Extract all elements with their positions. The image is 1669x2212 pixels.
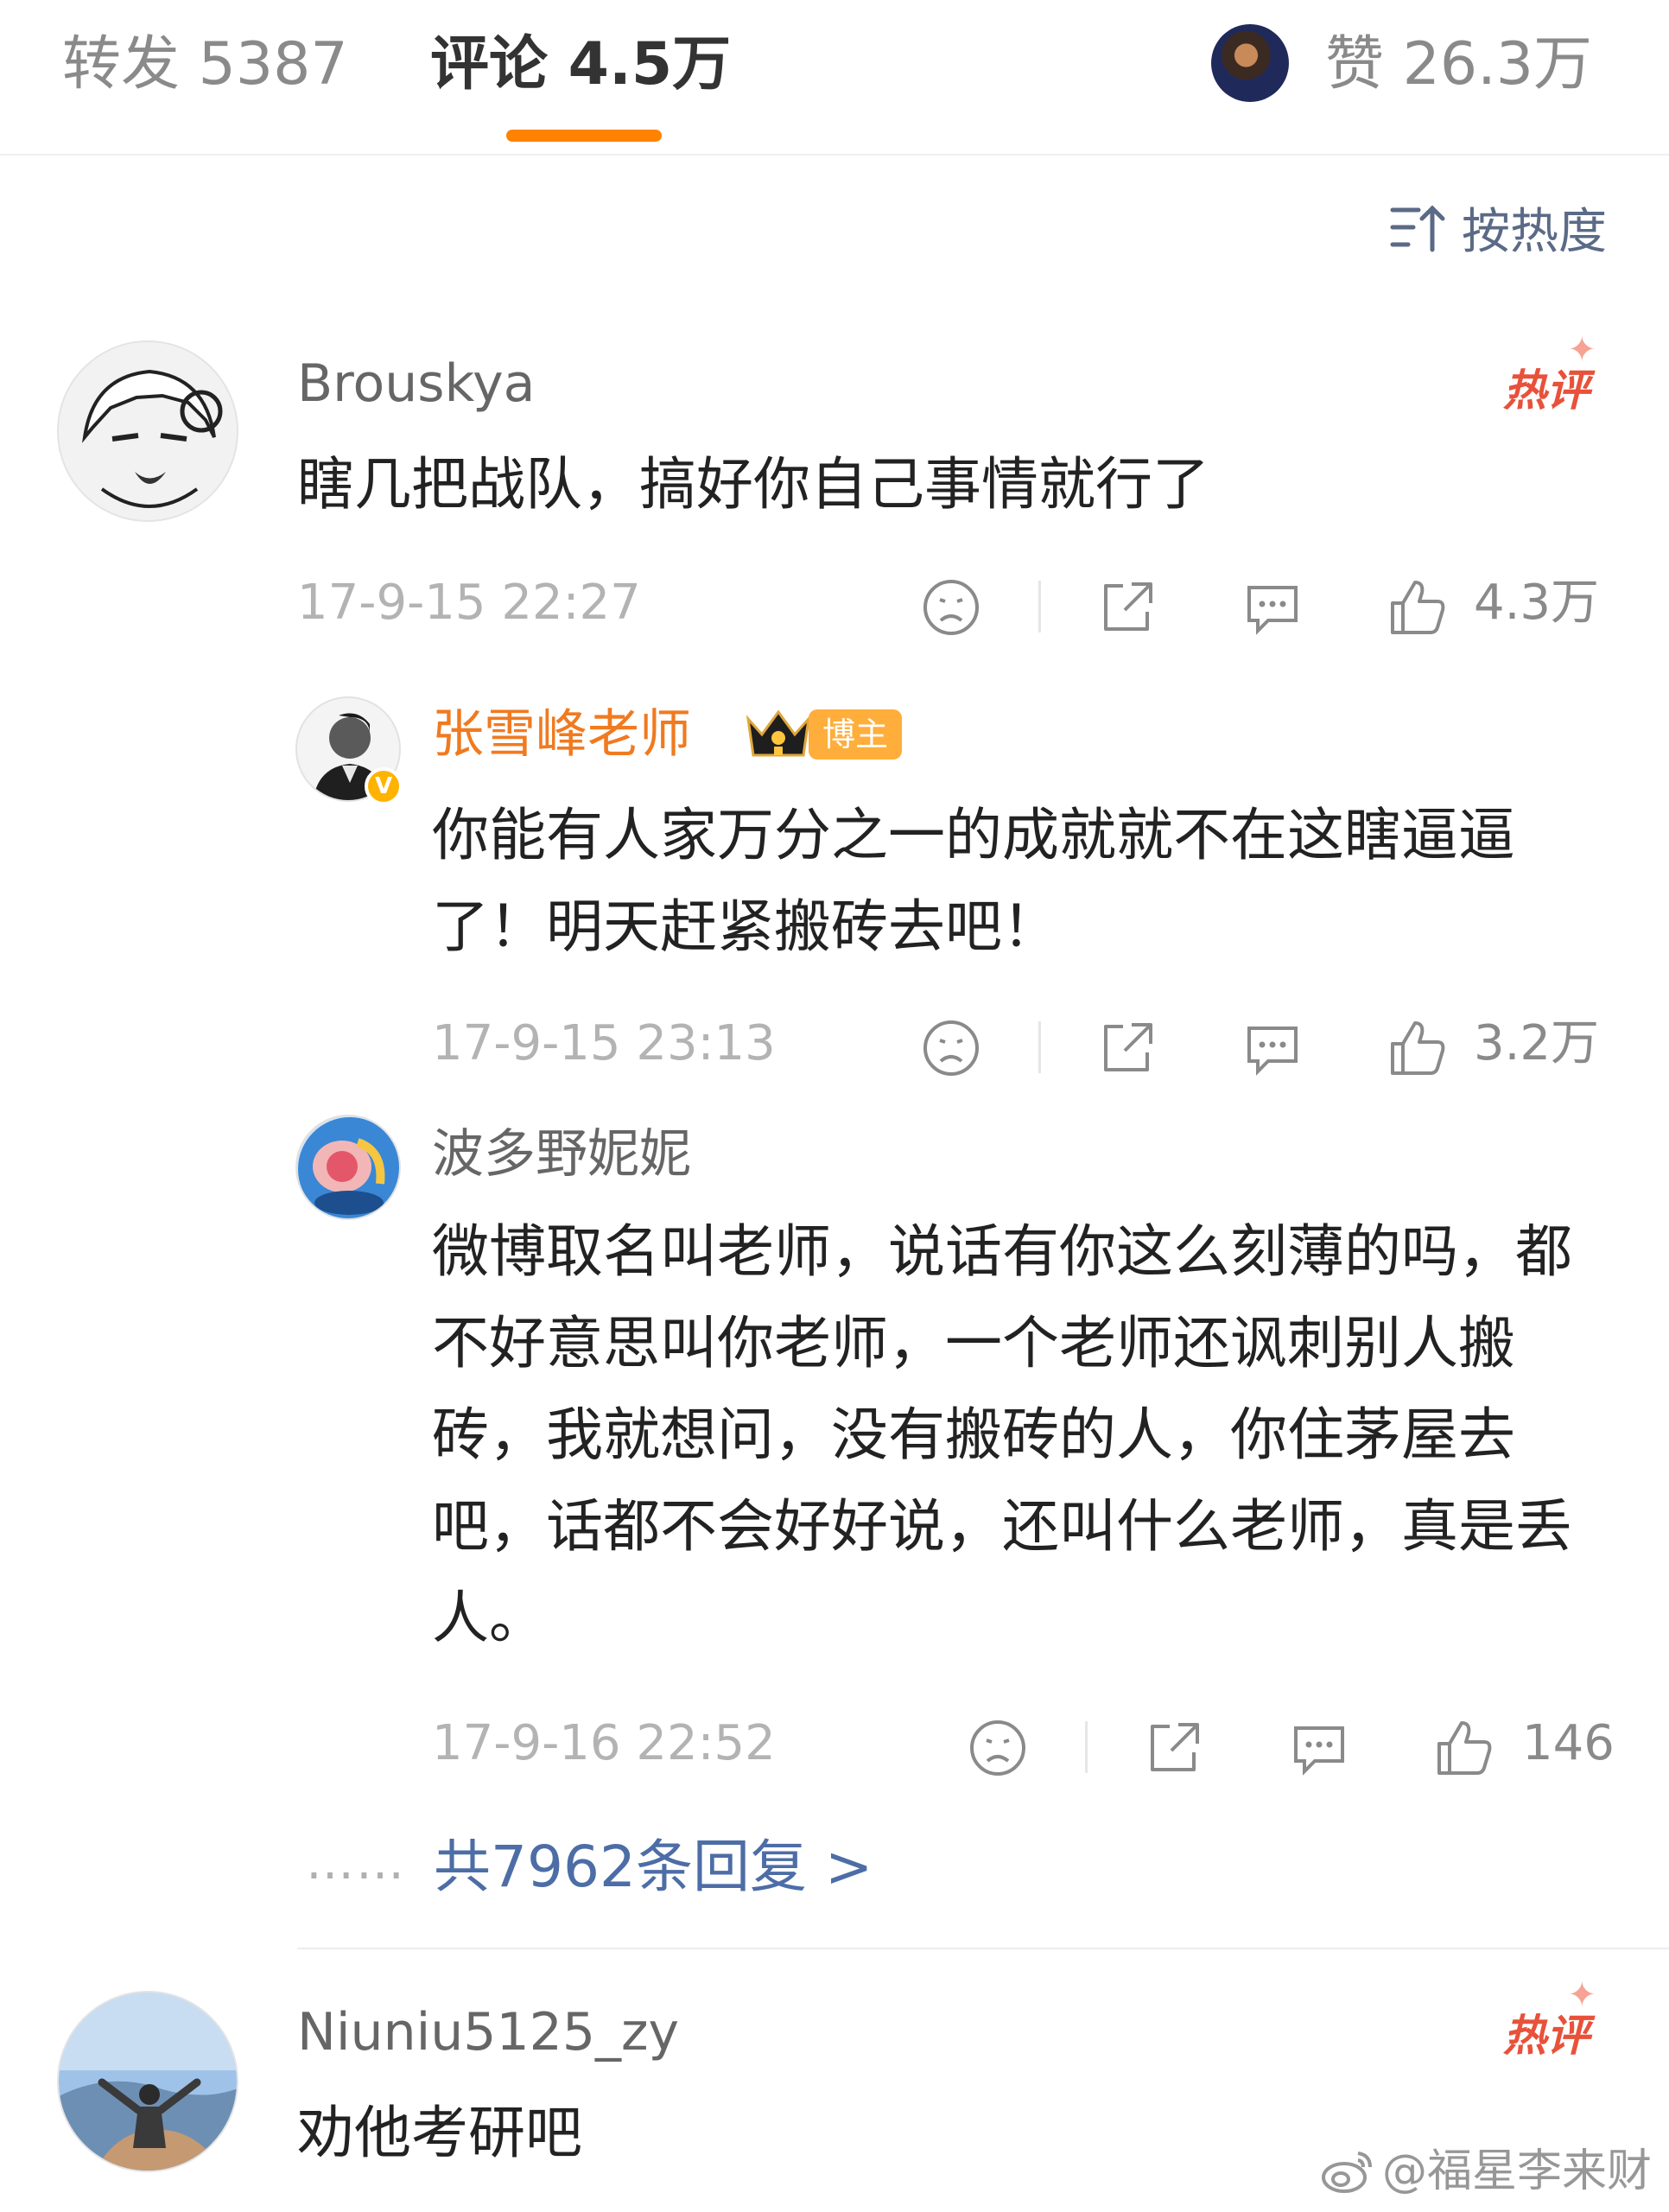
flame-icon: ✦ bbox=[1567, 330, 1596, 370]
reply-timestamp: 17-9-16 22:52 bbox=[432, 1715, 776, 1771]
blogger-label: 博主 bbox=[809, 709, 903, 760]
like-count: 146 bbox=[1522, 1715, 1615, 1771]
comment-username[interactable]: Niuniu5125_zy bbox=[297, 1998, 679, 2067]
more-replies-dots: …… bbox=[306, 1834, 406, 1891]
dislike-face-icon[interactable] bbox=[921, 577, 981, 638]
divider bbox=[1085, 1721, 1088, 1773]
verified-badge: V bbox=[365, 767, 403, 805]
liker-avatar[interactable] bbox=[1211, 24, 1289, 102]
comment-username[interactable]: Brouskya bbox=[297, 349, 535, 418]
blogger-badge: 博主 bbox=[743, 705, 903, 764]
active-tab-indicator bbox=[506, 130, 662, 142]
hot-comment-label: 热评 bbox=[1503, 365, 1590, 416]
dislike-face-icon[interactable] bbox=[921, 1018, 981, 1078]
comment-icon[interactable] bbox=[1242, 577, 1303, 638]
dislike-face-icon[interactable] bbox=[968, 1718, 1028, 1778]
tab-comments[interactable]: 评论 4.5万 bbox=[430, 26, 731, 104]
reply-meta-row: 17-9-15 23:13 3.2万 bbox=[432, 1009, 1610, 1078]
sort-icon bbox=[1390, 205, 1445, 252]
tab-likes[interactable]: 赞 26.3万 bbox=[1325, 26, 1592, 104]
reply-author-username[interactable]: 张雪峰老师 bbox=[432, 700, 691, 769]
divider bbox=[1038, 1021, 1041, 1073]
comment-icon[interactable] bbox=[1289, 1718, 1349, 1778]
comment-meta-row: 17-9-15 22:27 4.3万 bbox=[297, 569, 1610, 638]
like-count: 4.3万 bbox=[1474, 575, 1600, 631]
avatar[interactable] bbox=[57, 340, 238, 522]
comment-icon[interactable] bbox=[1242, 1018, 1303, 1078]
reply-text: 你能有人家万分之一的成就就不在这瞎逼逼了！明天赶紧搬砖去吧！ bbox=[432, 802, 1515, 960]
divider bbox=[1038, 581, 1041, 632]
comment-text: 瞎几把战队，搞好你自己事情就行了 bbox=[297, 451, 1209, 518]
thumbs-up-icon[interactable] bbox=[1434, 1718, 1494, 1778]
comment-text: 劝他考研吧 bbox=[297, 2100, 582, 2166]
tab-reposts[interactable]: 转发 5387 bbox=[62, 26, 348, 104]
flame-icon: ✦ bbox=[1567, 1975, 1596, 2015]
reply-timestamp: 17-9-15 23:13 bbox=[432, 1015, 776, 1071]
reply-meta-row: 17-9-16 22:52 146 bbox=[432, 1709, 1615, 1778]
comment-divider bbox=[297, 1948, 1669, 1949]
like-count: 3.2万 bbox=[1474, 1015, 1600, 1071]
comment-timestamp: 17-9-15 22:27 bbox=[297, 575, 641, 631]
avatar[interactable] bbox=[295, 1115, 401, 1220]
hot-comment-label: 热评 bbox=[1503, 2011, 1590, 2061]
share-icon[interactable] bbox=[1097, 1018, 1158, 1078]
share-icon[interactable] bbox=[1144, 1718, 1204, 1778]
weibo-logo-icon bbox=[1321, 2152, 1372, 2193]
sort-label: 按热度 bbox=[1462, 203, 1607, 260]
avatar[interactable] bbox=[57, 1991, 238, 2172]
reply-username[interactable]: 波多野妮妮 bbox=[432, 1120, 691, 1189]
share-icon[interactable] bbox=[1097, 577, 1158, 638]
crown-icon bbox=[746, 709, 811, 757]
thumbs-up-icon[interactable] bbox=[1387, 1018, 1448, 1078]
hot-comment-badge: 热评 ✦ bbox=[1503, 1975, 1596, 2063]
comment-tab-bar: 转发 5387 评论 4.5万 赞 26.3万 bbox=[0, 0, 1669, 156]
reply-text: 微博取名叫老师，说话有你这么刻薄的吗，都不好意思叫你老师，一个老师还讽刺别人搬砖… bbox=[432, 1218, 1572, 1651]
sort-by-hot-button[interactable]: 按热度 bbox=[1389, 197, 1607, 260]
thumbs-up-icon[interactable] bbox=[1387, 577, 1448, 638]
hot-comment-badge: 热评 ✦ bbox=[1503, 330, 1596, 418]
watermark: @福星李来财 bbox=[1320, 2141, 1652, 2202]
watermark-text: @福星李来财 bbox=[1381, 2145, 1652, 2197]
view-all-replies-link[interactable]: 共7962条回复 > bbox=[434, 1828, 873, 1906]
